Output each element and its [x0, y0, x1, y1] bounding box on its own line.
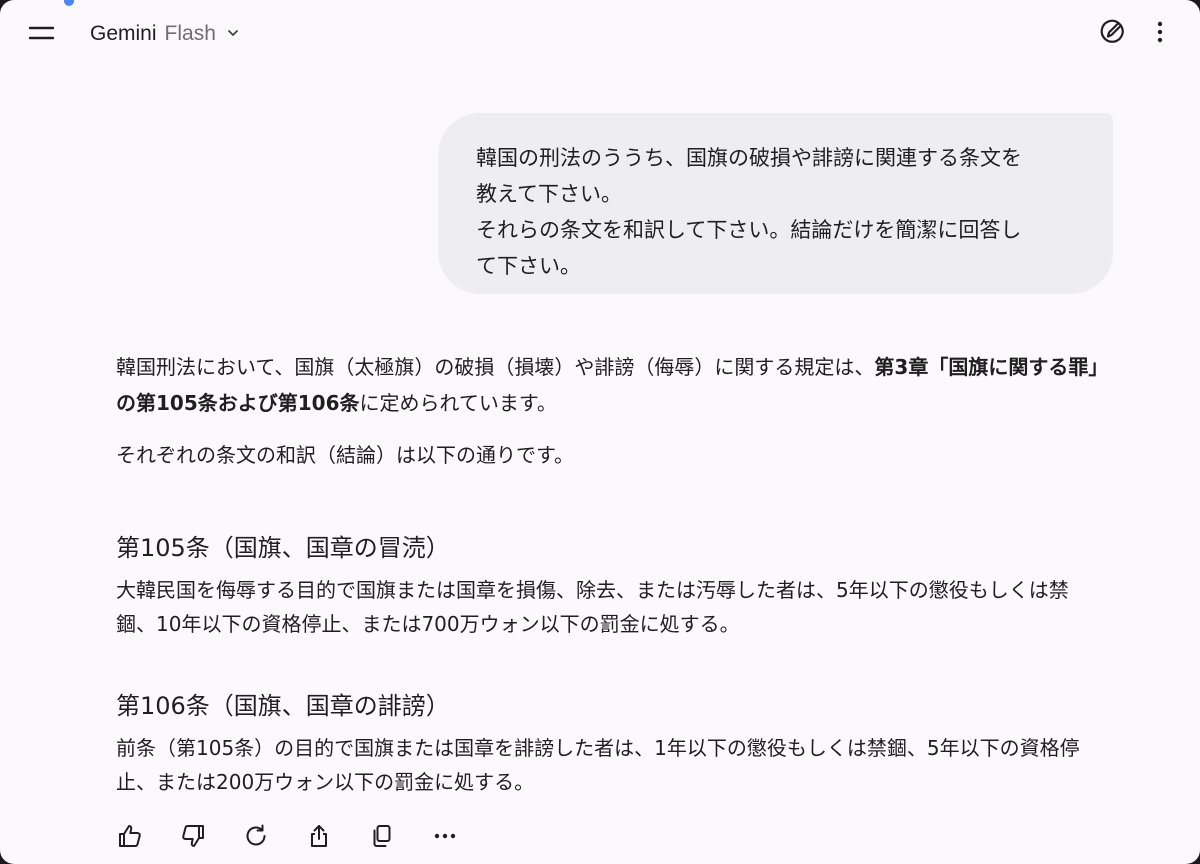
regenerate-button[interactable] — [236, 816, 276, 856]
bad-response-button[interactable] — [173, 816, 213, 856]
good-response-button[interactable] — [110, 816, 150, 856]
menu-icon — [26, 20, 60, 48]
response-intro: 韓国刑法において、国旗（太極旗）の破損（損壊）や誹謗（侮辱）に関する規定は、第3… — [116, 349, 1106, 421]
copy-icon — [369, 823, 395, 849]
user-message-line: 韓国の刑法のううち、国旗の破損や誹謗に関連する条文を — [476, 146, 1022, 170]
share-button[interactable] — [299, 816, 339, 856]
response-actions — [110, 816, 488, 856]
user-message-line: て下さい。 — [476, 254, 581, 278]
chevron-down-icon — [226, 22, 240, 46]
article-105-body: 大韓民国を侮辱する目的で国旗または国章を損傷、除去、または汚辱した者は、5年以下… — [116, 578, 1069, 636]
model-response: 韓国刑法において、国旗（太極旗）の破損（損壊）や誹謗（侮辱）に関する規定は、第3… — [116, 349, 1106, 799]
user-message-bubble: 韓国の刑法のううち、国旗の破損や誹謗に関連する条文を 教えて下さい。 それらの条… — [438, 113, 1113, 294]
thumbs-down-icon — [180, 823, 206, 849]
edit-pen-icon — [1098, 18, 1126, 50]
article-105-heading: 第105条（国旗、国章の冒涜） — [116, 534, 450, 562]
user-message-line: それらの条文を和訳して下さい。結論だけを簡潔に回答し — [476, 218, 1022, 242]
share-icon — [306, 823, 332, 849]
new-chat-button[interactable] — [1096, 18, 1128, 50]
copy-button[interactable] — [362, 816, 402, 856]
article-106-body: 前条（第105条）の目的で国旗または国章を誹謗した者は、1年以下の懲役もしくは禁… — [116, 736, 1080, 794]
model-variant: Flash — [164, 22, 216, 45]
model-name: Gemini — [90, 22, 157, 45]
more-horizontal-icon — [433, 832, 457, 840]
model-selector[interactable]: Gemini Flash — [90, 20, 240, 48]
menu-button[interactable] — [26, 20, 60, 48]
intro-text: 韓国刑法において、国旗（太極旗）の破損（損壊）や誹謗（侮辱）に関する規定は、 — [116, 355, 875, 379]
intro-text-end: に定められています。 — [359, 391, 557, 415]
regenerate-icon — [243, 823, 269, 849]
top-bar: Gemini Flash — [0, 0, 1200, 68]
response-summary: それぞれの条文の和訳（結論）は以下の通りです。 — [116, 443, 574, 467]
article-106-heading: 第106条（国旗、国章の誹謗） — [116, 692, 450, 720]
user-message-line: 教えて下さい。 — [476, 182, 622, 206]
thumbs-up-icon — [117, 823, 143, 849]
app-window: Gemini Flash 韓国の刑法のううち、国旗の破損や誹謗に関連する条文を … — [0, 0, 1200, 864]
more-options-button[interactable] — [1144, 18, 1176, 50]
more-actions-button[interactable] — [425, 816, 465, 856]
more-vertical-icon — [1156, 20, 1164, 48]
